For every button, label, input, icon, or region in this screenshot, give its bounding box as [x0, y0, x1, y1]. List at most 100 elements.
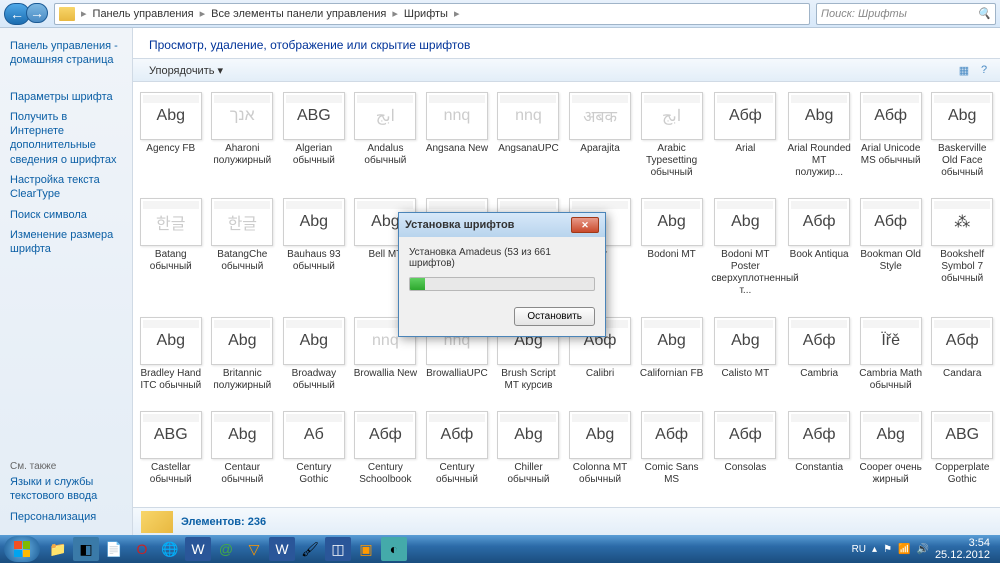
- sidebar-link[interactable]: Изменение размера шрифта: [10, 225, 122, 260]
- font-sample: Abg: [283, 198, 345, 246]
- forward-button[interactable]: →: [26, 3, 48, 23]
- font-item[interactable]: AbgArial Rounded MT полужир...: [785, 90, 853, 192]
- task-explorer-icon[interactable]: 📁: [45, 537, 71, 561]
- tray-lang[interactable]: RU: [852, 544, 866, 555]
- font-item[interactable]: אנךAharoni полужирный: [209, 90, 277, 192]
- font-name-label: Constantia: [795, 462, 843, 474]
- close-button[interactable]: ✕: [571, 217, 599, 233]
- sidebar-footer-link[interactable]: Языки и службы текстового ввода: [10, 472, 122, 507]
- breadcrumb-item[interactable]: Панель управления: [89, 8, 198, 20]
- font-item[interactable]: АбфBook Antiqua: [785, 196, 853, 310]
- font-sample: Абф: [860, 198, 922, 246]
- font-item[interactable]: AbgAgency FB: [137, 90, 205, 192]
- font-item[interactable]: ابجAndalus обычный: [352, 90, 420, 192]
- font-item[interactable]: अबकAparajita: [566, 90, 634, 192]
- task-app-icon[interactable]: @: [213, 537, 239, 561]
- font-name-label: Colonna MT обычный: [568, 462, 632, 486]
- font-item[interactable]: AbgCalifornian FB: [638, 315, 706, 405]
- task-app-icon[interactable]: ▽: [241, 537, 267, 561]
- font-item[interactable]: ⁂Bookshelf Symbol 7 обычный: [928, 196, 996, 310]
- dialog-message: Установка Amadeus (53 из 661 шрифтов): [409, 247, 595, 269]
- task-opera-icon[interactable]: O: [129, 537, 155, 561]
- font-item[interactable]: ÏřěCambria Math обычный: [857, 315, 925, 405]
- sidebar-link[interactable]: Поиск символа: [10, 205, 122, 225]
- search-input[interactable]: Поиск: Шрифты 🔍: [816, 3, 996, 25]
- font-item[interactable]: AbgChiller обычный: [495, 409, 563, 499]
- font-item[interactable]: nnqAngsana New: [423, 90, 491, 192]
- breadcrumb-item[interactable]: Все элементы панели управления: [207, 8, 390, 20]
- font-sample: Абф: [931, 317, 993, 365]
- view-icon[interactable]: ▦: [956, 62, 972, 78]
- tray-flag-icon[interactable]: ⚑: [883, 544, 892, 555]
- tray-network-icon[interactable]: 📶: [898, 544, 910, 555]
- font-item[interactable]: 한글Batang обычный: [137, 196, 205, 310]
- task-chrome-icon[interactable]: 🌐: [157, 537, 183, 561]
- font-item[interactable]: ABGCopperplate Gothic: [928, 409, 996, 499]
- status-label: Элементов:: [181, 516, 245, 528]
- task-app-icon[interactable]: ◫: [325, 537, 351, 561]
- font-item[interactable]: ابجArabic Typesetting обычный: [638, 90, 706, 192]
- organize-button[interactable]: Упорядочить ▾: [141, 62, 231, 79]
- task-app-icon[interactable]: ◐: [381, 537, 407, 561]
- progress-bar: [409, 277, 595, 291]
- task-app-icon[interactable]: ◧: [73, 537, 99, 561]
- font-sample: Abg: [714, 317, 776, 365]
- task-app-icon[interactable]: ▣: [353, 537, 379, 561]
- tray-sound-icon[interactable]: 🔊: [916, 544, 928, 555]
- font-item[interactable]: AbgCalisto MT: [709, 315, 781, 405]
- task-app-icon[interactable]: W: [269, 537, 295, 561]
- sidebar-footer-label: См. также: [10, 461, 122, 472]
- sidebar-link[interactable]: Получить в Интернете дополнительные свед…: [10, 107, 122, 170]
- font-sample: אנך: [211, 92, 273, 140]
- stop-button[interactable]: Остановить: [514, 307, 595, 326]
- font-item[interactable]: ABGCastellar обычный: [137, 409, 205, 499]
- font-sample: 한글: [211, 198, 273, 246]
- sidebar: Панель управления - домашняя страница Па…: [0, 28, 133, 535]
- task-app-icon[interactable]: 📄: [101, 537, 127, 561]
- font-item[interactable]: AbgBroadway обычный: [280, 315, 348, 405]
- font-item[interactable]: АбфComic Sans MS: [638, 409, 706, 499]
- font-item[interactable]: AbgBauhaus 93 обычный: [280, 196, 348, 310]
- font-item[interactable]: AbgBodoni MT Poster сверхуплотненный т..…: [709, 196, 781, 310]
- font-item[interactable]: nnqAngsanaUPC: [495, 90, 563, 192]
- font-item[interactable]: Abg Colonna MT обычный: [566, 409, 634, 499]
- breadcrumb[interactable]: ▸ Панель управления ▸ Все элементы панел…: [54, 3, 810, 25]
- tray-up-icon[interactable]: ▴: [872, 544, 877, 555]
- font-item[interactable]: 한글BatangChe обычный: [209, 196, 277, 310]
- font-name-label: Algerian обычный: [282, 143, 346, 167]
- font-item[interactable]: АбфArial: [709, 90, 781, 192]
- sidebar-link[interactable]: Параметры шрифта: [10, 87, 122, 107]
- font-item[interactable]: АбфConsolas: [709, 409, 781, 499]
- task-app-icon[interactable]: 🖌: [297, 537, 323, 561]
- sidebar-home[interactable]: Панель управления - домашняя страница: [10, 36, 122, 71]
- font-name-label: Castellar обычный: [139, 462, 203, 486]
- help-icon[interactable]: ?: [976, 62, 992, 78]
- font-item[interactable]: AbgBritannic полужирный: [209, 315, 277, 405]
- font-item[interactable]: AbgBodoni MT: [638, 196, 706, 310]
- font-item[interactable]: AbgBaskerville Old Face обычный: [928, 90, 996, 192]
- task-word-icon[interactable]: W: [185, 537, 211, 561]
- font-sample: Abg: [569, 411, 631, 459]
- font-item[interactable]: АбфCandara: [928, 315, 996, 405]
- breadcrumb-item[interactable]: Шрифты: [400, 8, 452, 20]
- font-item[interactable]: AbgBradley Hand ITC обычный: [137, 315, 205, 405]
- font-item[interactable]: АбфConstantia: [785, 409, 853, 499]
- font-item[interactable]: ABG Algerian обычный: [280, 90, 348, 192]
- start-button[interactable]: [4, 536, 40, 562]
- dialog-titlebar[interactable]: Установка шрифтов ✕: [399, 213, 605, 237]
- sidebar-link[interactable]: Настройка текста ClearType: [10, 170, 122, 205]
- font-sample: ABG: [283, 92, 345, 140]
- font-item[interactable]: АбфBookman Old Style: [857, 196, 925, 310]
- font-item[interactable]: AbgCooper очень жирный: [857, 409, 925, 499]
- font-item[interactable]: АбфCambria: [785, 315, 853, 405]
- tray-clock[interactable]: 3:54 25.12.2012: [935, 537, 990, 561]
- font-item[interactable]: АбCentury Gothic: [280, 409, 348, 499]
- font-item[interactable]: AbgCentaur обычный: [209, 409, 277, 499]
- font-item[interactable]: АбфArial Unicode MS обычный: [857, 90, 925, 192]
- font-name-label: Bookshelf Symbol 7 обычный: [930, 249, 994, 285]
- font-item[interactable]: АбфCentury обычный: [423, 409, 491, 499]
- font-sample: ⁂: [931, 198, 993, 246]
- font-item[interactable]: АбфCentury Schoolbook: [352, 409, 420, 499]
- sidebar-footer-link[interactable]: Персонализация: [10, 507, 122, 527]
- font-sample: Абф: [788, 317, 850, 365]
